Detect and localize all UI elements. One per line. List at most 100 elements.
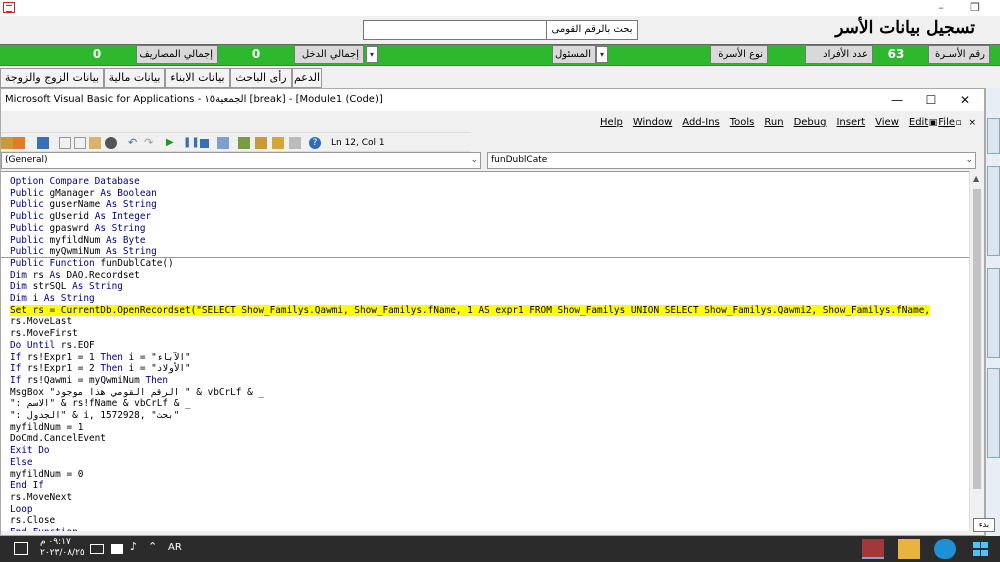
scrollbar-thumb[interactable] — [973, 189, 981, 489]
run-icon[interactable]: ▶ — [166, 137, 178, 149]
copy-icon[interactable] — [74, 137, 86, 149]
clock-date[interactable]: ٢٠٢٣/٠٨/٢٥ — [40, 548, 85, 558]
cut-icon[interactable] — [59, 137, 71, 149]
menu-item-window[interactable]: Window — [628, 115, 677, 131]
code-line[interactable]: Public gUserid As Integer — [10, 211, 151, 223]
access-minimize-button[interactable]: – — [926, 1, 956, 14]
undo-icon[interactable]: ↶ — [128, 137, 140, 149]
tab-support[interactable]: الدعم — [292, 68, 322, 88]
code-line[interactable]: rs.Close — [10, 515, 55, 527]
file-explorer-icon[interactable] — [898, 539, 920, 559]
toolbox-icon[interactable] — [289, 137, 301, 149]
code-keyword: Public — [10, 222, 44, 234]
object-combo[interactable]: (General) ⌄ — [1, 152, 481, 169]
notification-icon[interactable] — [14, 542, 28, 555]
vba-close-button[interactable]: ✕ — [948, 89, 982, 111]
code-line[interactable]: rs.MoveNext — [10, 492, 72, 504]
code-token: ": الجدول" & i, 1572928, "بحث" — [10, 410, 180, 421]
vba-minimize-button[interactable]: — — [880, 89, 914, 111]
design-mode-icon[interactable] — [217, 137, 229, 149]
chevron-down-icon[interactable]: ⌄ — [470, 153, 478, 168]
code-line[interactable]: Dim rs As DAO.Recordset — [10, 270, 140, 282]
reset-icon[interactable] — [200, 139, 209, 148]
tab-spouse-data[interactable]: بيانات الزوج والزوجة — [0, 68, 104, 88]
menu-item-tools[interactable]: Tools — [725, 115, 760, 131]
code-editor[interactable]: Option Compare Database Public gManager A… — [1, 171, 969, 531]
properties-icon[interactable] — [255, 137, 267, 149]
family-number-value[interactable]: 63 — [876, 45, 916, 64]
code-window-controls[interactable]: ▣ _ ▫ × — [929, 115, 978, 131]
family-type-value[interactable] — [610, 45, 705, 64]
volume-icon[interactable]: ♪ — [130, 540, 137, 553]
form-control[interactable] — [987, 268, 1000, 358]
menu-item-run[interactable]: Run — [759, 115, 788, 131]
code-line[interactable]: Public myfildNum As Byte — [10, 235, 145, 247]
code-line[interactable]: DoCmd.CancelEvent — [10, 433, 106, 445]
code-vertical-scrollbar[interactable]: ▲ — [969, 171, 984, 531]
chevron-down-icon[interactable]: ⌄ — [965, 153, 973, 168]
menu-item-view[interactable]: View — [870, 115, 904, 131]
save-icon[interactable] — [37, 137, 49, 149]
access-restore-button[interactable]: ❐ — [960, 1, 990, 14]
responsible-value[interactable] — [380, 45, 548, 64]
code-line[interactable]: Option Compare Database — [10, 176, 140, 188]
code-line[interactable]: If rs!Qawmi = myQwmiNum Then — [10, 375, 168, 387]
input-language[interactable]: AR — [168, 542, 182, 553]
code-line[interactable]: MsgBox "الرقم القومي هذا موجود " & vbCrL… — [10, 387, 264, 399]
code-line[interactable]: Public guserName As String — [10, 199, 157, 211]
view-access-icon[interactable] — [1, 137, 13, 149]
windows-start-icon[interactable] — [970, 539, 992, 559]
code-line[interactable]: Exit Do — [10, 445, 50, 457]
menu-item-debug[interactable]: Debug — [789, 115, 832, 131]
form-control[interactable] — [987, 166, 1000, 256]
code-line[interactable]: ": الجدول" & i, 1572928, "بحث" — [10, 410, 179, 422]
national-id-search-input[interactable] — [363, 20, 547, 40]
tab-financial-data[interactable]: بيانات مالية — [104, 68, 165, 88]
code-line[interactable]: Dim i As String — [10, 293, 95, 305]
tab-children-data[interactable]: بيانات الابناء — [165, 68, 230, 88]
object-browser-icon[interactable] — [272, 137, 284, 149]
code-line[interactable]: myfildNum = 1 — [10, 422, 83, 434]
code-line[interactable]: Else — [10, 457, 33, 469]
paste-icon[interactable] — [89, 137, 101, 149]
members-count-value[interactable] — [772, 45, 800, 64]
tab-researcher-opinion[interactable]: رأى الباحث — [230, 68, 292, 88]
code-line[interactable]: End If — [10, 480, 44, 492]
form-control[interactable] — [987, 118, 1000, 154]
code-line[interactable]: Loop — [10, 504, 33, 516]
code-line[interactable]: Public Function funDublCate() — [10, 258, 174, 270]
code-line[interactable]: If rs!Expr1 = 1 Then i = "الآباء" — [10, 352, 191, 364]
form-control[interactable] — [987, 368, 1000, 458]
procedure-combo[interactable]: funDublCate ⌄ — [487, 152, 976, 169]
chevron-up-icon[interactable]: ⌃ — [148, 540, 157, 553]
insert-module-icon[interactable] — [13, 137, 25, 149]
code-line[interactable]: Set rs = CurrentDb.OpenRecordset("SELECT… — [10, 304, 931, 317]
scroll-up-icon[interactable]: ▲ — [973, 174, 979, 183]
family-type-dropdown-icon[interactable]: ▾ — [596, 46, 608, 63]
responsible-dropdown-icon[interactable]: ▾ — [366, 46, 378, 63]
code-line[interactable]: Public gManager As Boolean — [10, 188, 157, 200]
break-icon[interactable]: ❚❚ — [183, 137, 200, 149]
help-icon[interactable]: ? — [309, 137, 321, 149]
find-icon[interactable] — [105, 137, 117, 149]
code-line[interactable]: Public gpaswrd As String — [10, 223, 146, 235]
code-line[interactable]: ": الاسم" & rs!fName & vbCrLf & _ — [10, 398, 191, 410]
clock-time[interactable]: ٠٩:١٧ م — [40, 537, 71, 547]
edge-icon[interactable] — [934, 539, 956, 559]
keyboard-icon[interactable] — [90, 544, 104, 554]
code-line[interactable]: myfildNum = 0 — [10, 469, 83, 481]
code-line[interactable]: rs.MoveLast — [10, 316, 72, 328]
network-icon[interactable] — [111, 544, 123, 554]
code-line[interactable]: Dim strSQL As String — [10, 281, 123, 293]
code-line[interactable]: rs.MoveFirst — [10, 328, 78, 340]
menu-item-addins[interactable]: Add-Ins — [677, 115, 724, 131]
menu-item-insert[interactable]: Insert — [831, 115, 870, 131]
project-explorer-icon[interactable] — [238, 137, 250, 149]
redo-icon[interactable]: ↷ — [144, 137, 156, 149]
code-line[interactable]: If rs!Expr1 = 2 Then i = "الأولاد" — [10, 363, 191, 375]
code-line[interactable]: End Function — [10, 527, 78, 531]
menu-item-help[interactable]: Help — [595, 115, 628, 131]
vba-maximize-button[interactable]: ☐ — [914, 89, 948, 111]
code-line[interactable]: Do Until rs.EOF — [10, 340, 95, 352]
access-icon[interactable] — [862, 539, 884, 559]
